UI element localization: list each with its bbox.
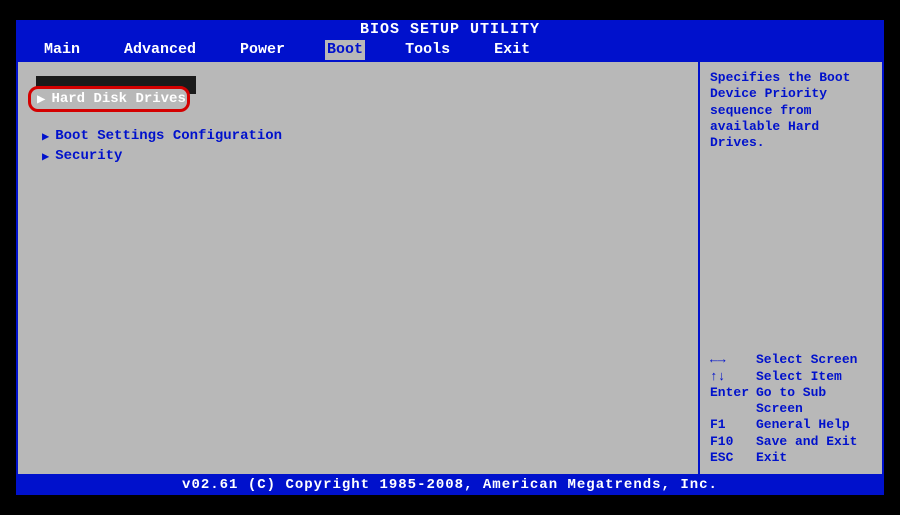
key-row: Enter Go to Sub Screen [710,385,874,418]
submenu-arrow-icon: ▶ [37,91,45,108]
title-bar: BIOS SETUP UTILITY [16,20,884,40]
key-name: F10 [710,434,748,450]
help-text: Specifies the Boot Device Priority seque… [710,70,874,151]
key-action: Exit [756,450,787,466]
key-action: Go to Sub Screen [756,385,874,418]
app-title: BIOS SETUP UTILITY [360,21,540,38]
tab-row: Main Advanced Power Boot Tools Exit [16,40,884,60]
key-row: ↑↓ Select Item [710,369,874,385]
menu-item-label: Security [55,148,122,164]
key-row: ESC Exit [710,450,874,466]
copyright-text: v02.61 (C) Copyright 1985-2008, American… [182,477,718,493]
key-action: General Help [756,417,850,433]
tab-power[interactable]: Power [236,40,289,60]
tab-main[interactable]: Main [40,40,84,60]
menu-item-boot-settings[interactable]: ▶ Boot Settings Configuration [36,126,690,146]
key-name: ←→ [710,352,748,368]
key-row: F10 Save and Exit [710,434,874,450]
selected-menu-item[interactable]: ▶ Hard Disk Drives [28,86,190,112]
help-panel: Specifies the Boot Device Priority seque… [700,62,884,474]
key-row: ←→ Select Screen [710,352,874,368]
key-name: F1 [710,417,748,433]
content-area: ▶ Hard Disk Drives ▶ Boot Settings Confi… [16,60,884,476]
tab-boot[interactable]: Boot [325,40,365,60]
tab-tools[interactable]: Tools [401,40,454,60]
bios-window: BIOS SETUP UTILITY Main Advanced Power B… [16,20,884,495]
submenu-arrow-icon: ▶ [42,129,49,144]
tab-advanced[interactable]: Advanced [120,40,200,60]
key-action: Save and Exit [756,434,857,450]
menu-panel: ▶ Hard Disk Drives ▶ Boot Settings Confi… [16,62,700,474]
key-name: ESC [710,450,748,466]
key-name: Enter [710,385,748,418]
key-action: Select Screen [756,352,857,368]
key-action: Select Item [756,369,842,385]
submenu-arrow-icon: ▶ [42,149,49,164]
footer-bar: v02.61 (C) Copyright 1985-2008, American… [16,476,884,495]
key-legend: ←→ Select Screen ↑↓ Select Item Enter Go… [710,352,874,466]
key-row: F1 General Help [710,417,874,433]
selected-item-label: Hard Disk Drives [51,91,185,107]
menu-item-label: Boot Settings Configuration [55,128,282,144]
key-name: ↑↓ [710,369,748,385]
tab-exit[interactable]: Exit [490,40,534,60]
menu-item-security[interactable]: ▶ Security [36,146,690,166]
